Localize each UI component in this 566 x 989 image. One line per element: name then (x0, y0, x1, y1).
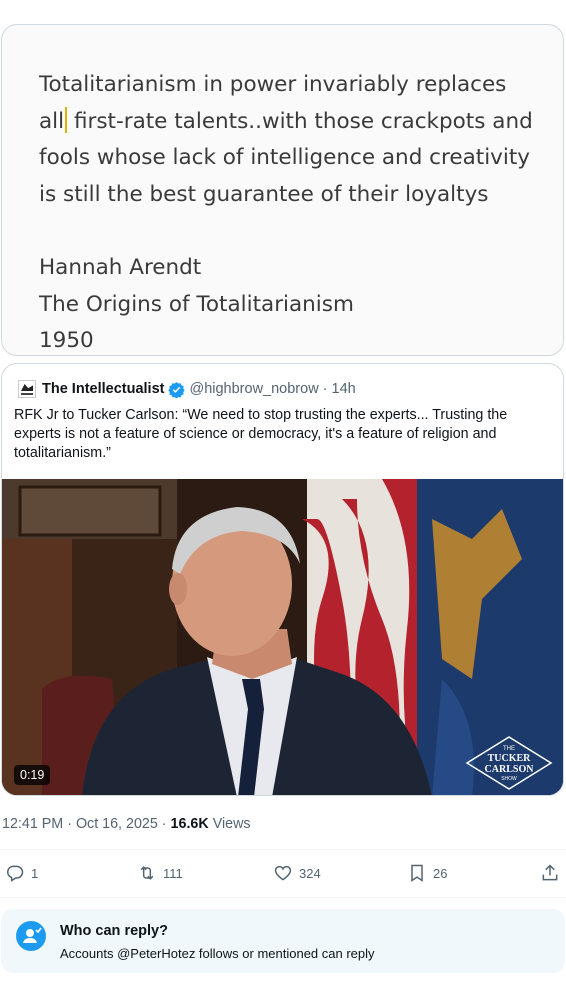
meta-separator-2: · (161, 816, 167, 832)
reply-button[interactable]: 1 (5, 863, 38, 883)
quote-line-3: fools whose lack of intelligence and cre… (39, 145, 531, 170)
quote-author: Hannah Arendt (39, 255, 202, 280)
quote-text: Totalitarianism in power invariably repl… (39, 67, 549, 213)
tweet-time[interactable]: 14h (332, 381, 356, 397)
reply-settings-box: Who can reply? Accounts @PeterHotez foll… (1, 909, 565, 973)
text-cursor (65, 106, 68, 133)
bookmark-count: 26 (433, 865, 448, 881)
repost-icon (140, 866, 154, 880)
share-button[interactable] (540, 863, 566, 883)
verified-badge-icon (168, 381, 186, 398)
post-date[interactable]: Oct 16, 2025 (76, 816, 158, 832)
reply-count: 1 (31, 865, 39, 881)
divider-top (0, 849, 566, 850)
tucker-carlson-watermark: THE TUCKER CARLSON SHOW (465, 736, 553, 790)
like-button[interactable]: 324 (273, 863, 321, 883)
video-player[interactable]: 0:19 THE TUCKER CARLSON SHOW (2, 479, 563, 795)
like-count: 324 (299, 865, 321, 881)
video-duration: 0:19 (14, 765, 51, 785)
quote-image-card[interactable]: Totalitarianism in power invariably repl… (1, 24, 564, 356)
avatar[interactable] (18, 380, 36, 398)
bookmark-button[interactable]: 26 (407, 863, 447, 883)
header-separator: · (322, 381, 328, 397)
quote-line-2-prefix: all (39, 108, 65, 134)
views-count: 16.6K (170, 816, 209, 832)
quote-line-4: is still the best guarantee of their loy… (39, 181, 489, 207)
quoted-tweet-header: The Intellectualist @highbrow_nobrow · 1… (18, 379, 356, 399)
post-time[interactable]: 12:41 PM (2, 816, 63, 832)
tweet-meta: 12:41 PM · Oct 16, 2025 · 16.6K Views (2, 816, 251, 832)
watermark-line-4: SHOW (501, 776, 517, 782)
heart-icon (274, 865, 292, 881)
quote-line-2-rest: first-rate talents..with those crackpots… (73, 108, 533, 134)
share-icon (542, 864, 558, 881)
divider-bottom (0, 897, 566, 898)
quote-attribution: Hannah Arendt The Origins of Totalitaria… (39, 250, 354, 360)
quoted-tweet-card[interactable]: The Intellectualist @highbrow_nobrow · 1… (1, 363, 564, 796)
reply-settings-subtitle: Accounts @PeterHotez follows or mentione… (60, 946, 375, 961)
meta-separator: · (67, 816, 72, 832)
quote-line-2: all first-rate talents..with those crack… (39, 104, 549, 141)
quote-line-1: Totalitarianism in power invariably repl… (39, 72, 507, 97)
action-bar: 1 111 324 26 (0, 859, 566, 891)
reply-icon (7, 865, 24, 882)
quoted-tweet-text: RFK Jr to Tucker Carlson: “We need to st… (14, 407, 508, 461)
reply-restriction-icon (16, 921, 46, 951)
repost-count: 111 (163, 865, 183, 881)
views-label: Views (212, 816, 251, 832)
bookmark-icon (411, 864, 423, 882)
watermark-line-2: TUCKER (488, 753, 532, 764)
watermark-line-1: THE (503, 746, 515, 752)
reply-settings-title: Who can reply? (60, 923, 168, 939)
account-name[interactable]: The Intellectualist (42, 381, 164, 397)
quote-book: The Origins of Totalitarianism (39, 291, 354, 317)
quote-year: 1950 (39, 328, 94, 353)
watermark-line-3: CARLSON (485, 764, 535, 775)
account-handle[interactable]: @highbrow_nobrow (189, 381, 318, 397)
repost-button[interactable]: 111 (137, 863, 183, 883)
